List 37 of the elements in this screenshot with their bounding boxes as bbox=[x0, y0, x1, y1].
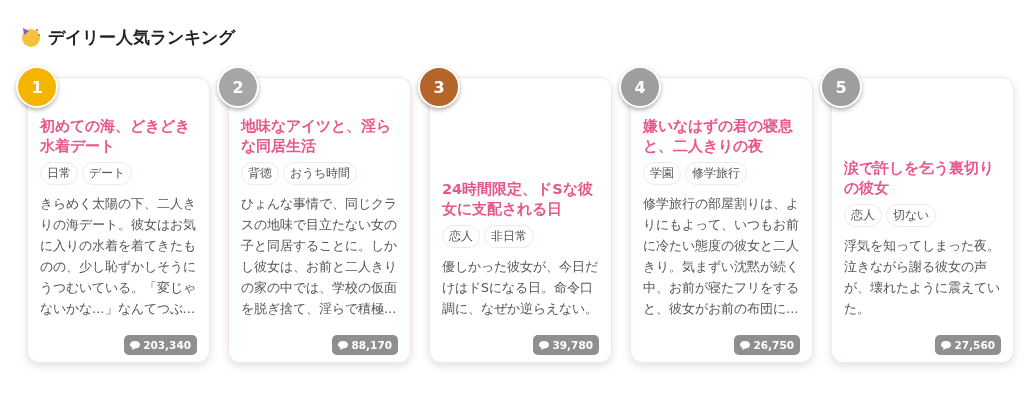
comment-icon bbox=[740, 340, 751, 350]
party-emoji-icon bbox=[20, 26, 42, 48]
tag: おうち時間 bbox=[283, 162, 357, 185]
tag: 学園 bbox=[643, 162, 681, 185]
section-heading: デイリー人気ランキング bbox=[48, 25, 235, 49]
card-description: 修学旅行の部屋割りは、よりにもよって、いつもお前に冷たい態度の彼女と二人きり。気まずい沈黙が続く中、お前が寝たフリをすると、彼女がお前の布団に… bbox=[643, 195, 800, 318]
count-text: 26,750 bbox=[753, 339, 794, 351]
tag: 日常 bbox=[40, 162, 78, 185]
rank-badge: 2 bbox=[217, 66, 259, 108]
tag: 背徳 bbox=[241, 162, 279, 185]
tag: 恋人 bbox=[844, 204, 882, 227]
count-text: 88,170 bbox=[351, 339, 392, 351]
comment-icon bbox=[130, 340, 141, 350]
card-title: 初めての海、どきどき水着デート bbox=[40, 117, 191, 156]
tag: 恋人 bbox=[442, 225, 480, 248]
rank-badge: 4 bbox=[619, 66, 661, 108]
card-description: 浮気を知ってしまった夜。泣きながら謝る彼女の声が、壊れたように震えていた。 bbox=[844, 237, 1001, 318]
card-title: 嫌いなはずの君の寝息と、二人きりの夜 bbox=[643, 117, 794, 156]
card-title: 地味なアイツと、淫らな同居生活 bbox=[241, 117, 392, 156]
card-description: 優しかった彼女が、今日だけはドSになる日。命令口調に、なぜか逆らえない。 bbox=[442, 258, 599, 318]
comment-icon bbox=[539, 340, 550, 350]
count-text: 27,560 bbox=[954, 339, 995, 351]
card-description: きらめく太陽の下、二人きりの海デート。彼女はお気に入りの水着を着てきたものの、少し恥ずかしそうにうつむいている。「変じゃないかな…」なんてつぶ… bbox=[40, 195, 197, 318]
rank-badge: 1 bbox=[16, 66, 58, 108]
card-title: 24時間限定、ドSな彼女に支配される日 bbox=[442, 180, 594, 219]
tag: 切ない bbox=[886, 204, 936, 227]
count-text: 39,780 bbox=[552, 339, 593, 351]
tag: デート bbox=[82, 162, 132, 185]
tag: 修学旅行 bbox=[685, 162, 747, 185]
card-description: ひょんな事情で、同じクラスの地味で目立たない女の子と同居することに。しかし彼女は、お前と二人きりの家の中では、学校の仮面を脱ぎ捨て、淫らで積極… bbox=[241, 195, 398, 318]
comment-icon bbox=[941, 340, 952, 350]
rank-badge: 5 bbox=[820, 66, 862, 108]
tag: 非日常 bbox=[484, 225, 534, 248]
rank-badge: 3 bbox=[418, 66, 460, 108]
comment-icon bbox=[338, 340, 349, 350]
count-text: 203,340 bbox=[143, 339, 191, 351]
card-title: 涙で許しを乞う裏切りの彼女 bbox=[844, 159, 995, 198]
